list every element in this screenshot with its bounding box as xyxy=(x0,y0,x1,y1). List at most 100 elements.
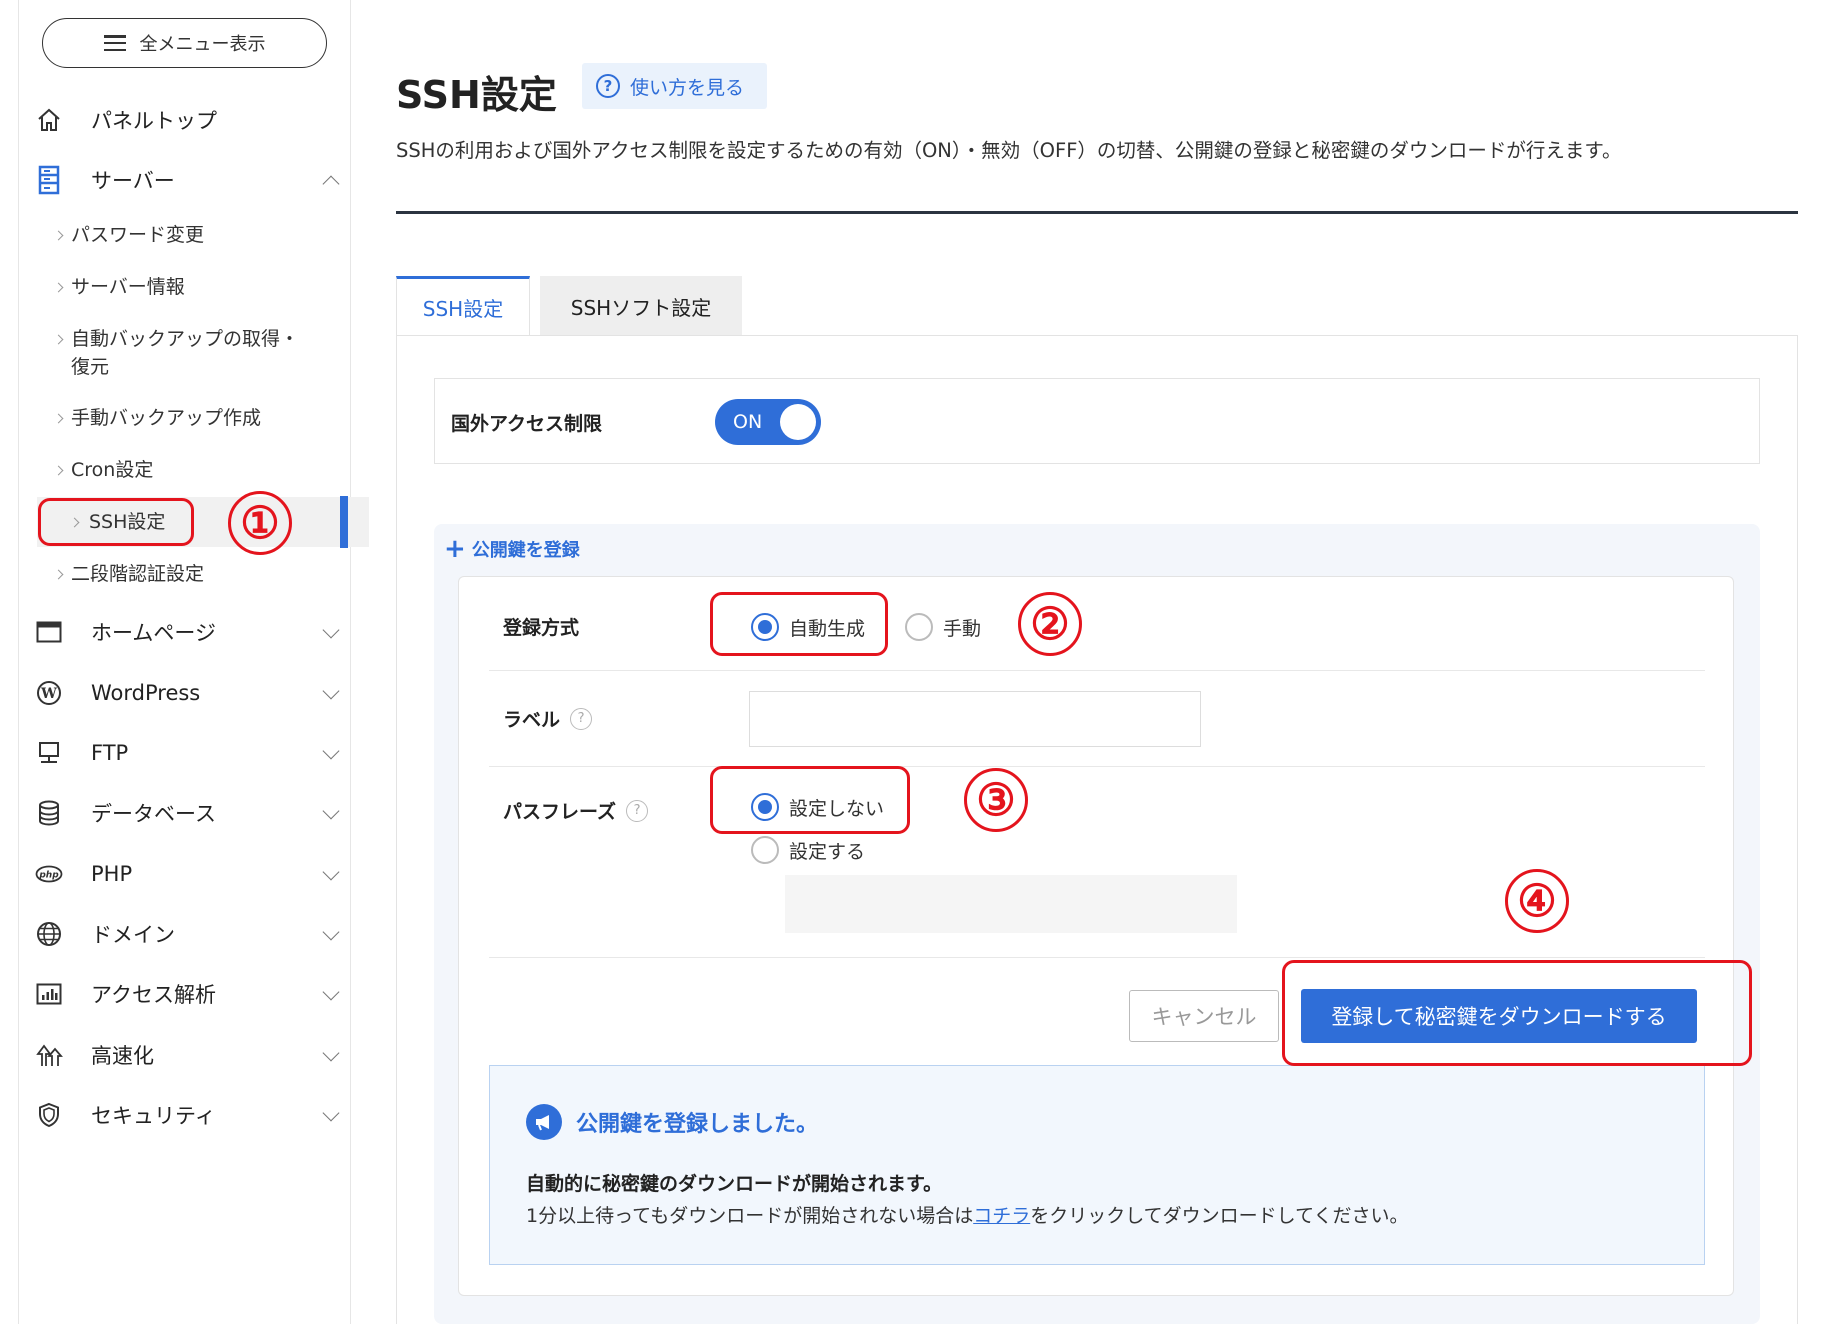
nav-label: PHP xyxy=(91,862,133,886)
nav-label: ホームページ xyxy=(91,621,216,645)
radio-unchecked-icon xyxy=(905,613,933,641)
radio-unchecked-icon xyxy=(751,836,779,864)
toggle-state-label: ON xyxy=(733,411,763,433)
row-divider xyxy=(489,766,1705,767)
megaphone-icon xyxy=(526,1104,562,1140)
help-icon[interactable]: ? xyxy=(570,707,593,730)
page-description: SSHの利用および国外アクセス制限を設定するための有効（ON）・無効（OFF）の… xyxy=(396,139,1622,162)
annotation-number-2: ② xyxy=(1018,592,1082,656)
nav-database[interactable]: データベース xyxy=(35,789,351,837)
sub-two-factor[interactable]: 二段階認証設定 xyxy=(51,560,351,588)
page-title: SSH設定 xyxy=(396,73,557,117)
sub-cron[interactable]: Cron設定 xyxy=(51,456,351,484)
nav-label: セキュリティ xyxy=(91,1104,216,1128)
nav-label: データベース xyxy=(91,802,216,826)
annotation-highlight-submit xyxy=(1282,960,1752,1066)
chevron-down-icon xyxy=(322,983,340,1001)
php-icon-text: php xyxy=(38,871,59,881)
svg-text:W: W xyxy=(40,686,57,702)
sub-password-change[interactable]: パスワード変更 xyxy=(51,221,351,249)
passphrase-label-text: パスフレーズ xyxy=(503,801,617,823)
help-icon[interactable]: ? xyxy=(626,799,649,822)
foreign-access-section: 国外アクセス制限 ON xyxy=(434,378,1760,464)
notice-heading: 公開鍵を登録しました。 xyxy=(526,1104,818,1140)
nav-homepage[interactable]: ホームページ xyxy=(35,608,351,656)
how-to-use-button[interactable]: ? 使い方を見る xyxy=(582,63,767,109)
row-divider xyxy=(489,957,1705,958)
sub-manual-backup[interactable]: 手動バックアップ作成 xyxy=(51,404,351,432)
passphrase-set-radio[interactable]: 設定する xyxy=(751,836,865,864)
nav-panel-top[interactable]: パネルトップ xyxy=(35,96,351,144)
public-key-register-section: + 公開鍵を登録 登録方式 自動生成 手動 ラベル ? パスフレーズ ? 設定し… xyxy=(434,524,1760,1324)
nav-access-analysis[interactable]: アクセス解析 xyxy=(35,970,351,1018)
sub-server-info[interactable]: サーバー情報 xyxy=(51,273,351,301)
tab-ssh-software-settings[interactable]: SSHソフト設定 xyxy=(540,276,742,336)
annotation-highlight-auto-generate xyxy=(710,592,888,656)
tab-ssh-settings[interactable]: SSH設定 xyxy=(396,276,530,336)
nav-label: WordPress xyxy=(91,681,201,705)
notice-text-before: 1分以上待ってもダウンロードが開始されない場合は xyxy=(526,1205,974,1227)
label-label: ラベル ? xyxy=(503,705,593,732)
chevron-down-icon xyxy=(322,923,340,941)
active-nav-indicator xyxy=(340,496,348,548)
nav-domain[interactable]: ドメイン xyxy=(35,910,351,958)
sub-auto-backup[interactable]: 自動バックアップの取得・ 復元 xyxy=(51,325,351,381)
browser-window-icon xyxy=(35,618,63,646)
sidebar: 全メニュー表示 パネルトップ サーバー パスワード変更 サーバー情報 自動バック… xyxy=(18,0,369,1324)
row-divider xyxy=(489,670,1705,671)
register-public-key-label: 公開鍵を登録 xyxy=(471,540,580,561)
php-icon: php xyxy=(35,860,63,888)
nav-label: サーバー xyxy=(91,169,175,193)
question-circle-icon: ? xyxy=(596,74,620,98)
server-icon xyxy=(35,165,63,195)
nav-php[interactable]: php PHP xyxy=(35,850,351,898)
nav-server[interactable]: サーバー xyxy=(35,156,351,204)
hamburger-icon xyxy=(103,35,126,51)
nav-wordpress[interactable]: W WordPress xyxy=(35,669,351,717)
bar-chart-icon xyxy=(35,980,63,1008)
nav-label: 高速化 xyxy=(91,1044,154,1068)
register-public-key-toggle[interactable]: + 公開鍵を登録 xyxy=(444,536,580,562)
nav-label: パネルトップ xyxy=(91,109,217,133)
notice-strong-text: 自動的に秘密鍵のダウンロードが開始されます。 xyxy=(526,1173,943,1195)
annotation-number-4: ④ xyxy=(1505,869,1569,933)
chevron-down-icon xyxy=(322,802,340,820)
passphrase-input[interactable] xyxy=(785,875,1237,933)
globe-icon xyxy=(35,920,63,948)
foreign-access-toggle[interactable]: ON xyxy=(715,399,821,445)
plus-icon: + xyxy=(444,534,466,564)
nav-ftp[interactable]: FTP xyxy=(35,729,351,777)
radio-label: 手動 xyxy=(943,617,982,640)
notice-text: 1分以上待ってもダウンロードが開始されない場合はコチラをクリックしてダウンロード… xyxy=(526,1201,1409,1228)
notice-text-after: をクリックしてダウンロードしてください。 xyxy=(1030,1205,1409,1227)
annotation-number-3: ③ xyxy=(964,768,1028,832)
toggle-knob xyxy=(780,404,816,440)
chevron-up-icon xyxy=(322,175,340,193)
nav-speed-up[interactable]: 高速化 xyxy=(35,1031,351,1079)
nav-label: FTP xyxy=(91,741,129,765)
nav-security[interactable]: セキュリティ xyxy=(35,1091,351,1139)
register-form-card: 登録方式 自動生成 手動 ラベル ? パスフレーズ ? 設定しない 設定する キ… xyxy=(458,576,1734,1296)
radio-label: 設定する xyxy=(789,840,866,863)
method-manual-radio[interactable]: 手動 xyxy=(905,613,981,641)
how-to-use-label: 使い方を見る xyxy=(630,76,745,99)
title-divider xyxy=(396,211,1798,214)
success-notice: 公開鍵を登録しました。 自動的に秘密鍵のダウンロードが開始されます。 1分以上待… xyxy=(489,1065,1705,1265)
monitor-icon xyxy=(35,739,63,767)
all-menu-button[interactable]: 全メニュー表示 xyxy=(42,18,327,68)
label-input[interactable] xyxy=(749,691,1201,747)
wordpress-icon: W xyxy=(35,679,63,707)
database-icon xyxy=(35,799,63,827)
home-icon xyxy=(35,106,63,134)
shield-icon xyxy=(35,1101,63,1129)
cancel-button[interactable]: キャンセル xyxy=(1129,990,1279,1042)
nav-label: アクセス解析 xyxy=(91,983,216,1007)
label-label-text: ラベル xyxy=(503,709,561,731)
speed-icon xyxy=(35,1041,63,1069)
download-here-link[interactable]: コチラ xyxy=(973,1205,1030,1227)
chevron-down-icon xyxy=(322,1044,340,1062)
nav-label: ドメイン xyxy=(91,923,175,947)
method-label: 登録方式 xyxy=(503,613,579,640)
annotation-number-1: ① xyxy=(228,491,292,555)
method-label-text: 登録方式 xyxy=(503,617,580,639)
